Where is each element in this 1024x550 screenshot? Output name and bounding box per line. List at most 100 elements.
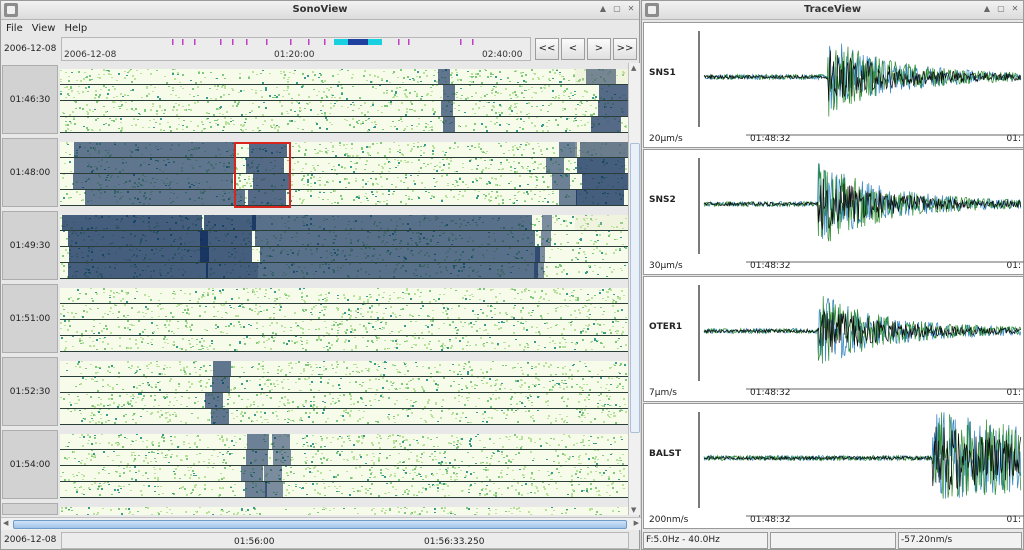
menu-help[interactable]: Help	[64, 23, 87, 34]
seismogram	[698, 31, 1024, 136]
spectrogram-strip	[60, 377, 628, 393]
scroll-down-icon[interactable]: ▼	[631, 506, 636, 514]
row-time-label: 01:54:00	[2, 430, 58, 499]
spectrogram-row[interactable]: 01:48:00	[1, 138, 628, 209]
trace-panel[interactable]: OTER1 7μm/s 01:48:32 01:	[643, 276, 1024, 402]
first-button[interactable]: <<	[535, 38, 559, 60]
trace-start-time: 01:48:32	[750, 261, 791, 271]
spectrogram-row[interactable]: 01:49:30	[1, 211, 628, 282]
spectrogram-strip	[60, 85, 628, 101]
vertical-scrollbar[interactable]: ▲ ▼	[628, 63, 640, 515]
station-label: OTER1	[649, 322, 683, 332]
spectrogram-strip	[60, 247, 628, 263]
spectrogram-strip	[60, 304, 628, 320]
spectrogram-strip	[60, 336, 628, 352]
spectrogram-rows[interactable]: 01:46:30 01:48:00 01:49:30 01:51:00 01:5…	[1, 63, 628, 515]
next-button[interactable]: >	[587, 38, 611, 60]
row-strips[interactable]	[60, 434, 628, 498]
spectrogram-strip	[60, 507, 628, 515]
ruler-date: 2006-12-08	[64, 50, 117, 60]
spectrogram-strip	[60, 117, 628, 133]
row-time-label	[2, 503, 58, 515]
station-label: SNS1	[649, 68, 676, 78]
menu-view[interactable]: View	[32, 23, 56, 34]
spectrogram-strip	[60, 101, 628, 117]
scroll-left-icon[interactable]: ◀	[3, 519, 8, 527]
overview-strip[interactable]	[62, 38, 530, 46]
trace-end-time: 01:	[1006, 261, 1021, 271]
middle-status	[770, 532, 896, 549]
row-time-label: 01:48:00	[2, 138, 58, 207]
trace-panel[interactable]: BALST 200nm/s 01:48:32 01:	[643, 403, 1024, 529]
scroll-up-icon[interactable]: ▲	[631, 64, 636, 72]
row-strips[interactable]	[60, 215, 628, 279]
spectrogram-strip	[60, 361, 628, 377]
spectrogram-row[interactable]: 01:51:00	[1, 284, 628, 355]
row-strips[interactable]	[60, 69, 628, 133]
spectrogram-strip	[60, 231, 628, 247]
trace-start-time: 01:48:32	[750, 388, 791, 398]
previous-button[interactable]: <	[561, 38, 585, 60]
bottom-time-2: 01:56:33.250	[424, 537, 485, 547]
window-title: TraceView	[803, 4, 862, 15]
spectrogram-strip	[60, 158, 628, 174]
spectrogram-strip	[60, 466, 628, 482]
spectrogram-strip	[60, 434, 628, 450]
sonoview-window: SonoView ▲ ▢ ✕ File View Help 2006-12-08…	[0, 0, 641, 550]
spectrogram-strip	[60, 450, 628, 466]
last-button[interactable]: >>	[613, 38, 637, 60]
amplitude-scale: 30μm/s	[649, 261, 683, 271]
horizontal-scroll-thumb[interactable]	[13, 520, 627, 529]
menu-file[interactable]: File	[6, 23, 23, 34]
spectrogram-row[interactable]: 01:52:30	[1, 357, 628, 428]
amplitude-scale: 7μm/s	[649, 388, 677, 398]
time-ruler-row: 2006-12-08 2006-12-08 01:20:00 02:40:00 …	[1, 37, 641, 62]
spectrogram-row[interactable]: 01:46:30	[1, 65, 628, 136]
navigation-buttons: << < > >>	[535, 38, 637, 60]
traceview-titlebar[interactable]: TraceView ▲ ▢ ✕	[642, 1, 1023, 20]
row-strips[interactable]	[60, 288, 628, 352]
bottom-time-row: 2006-12-08 01:56:00 01:56:33.250	[1, 531, 641, 550]
maximize-icon[interactable]: ▲	[598, 4, 608, 14]
ruler-tick-2: 02:40:00	[482, 50, 523, 60]
scroll-right-icon[interactable]: ▶	[634, 519, 639, 527]
window-title: SonoView	[292, 4, 348, 15]
spectrogram-strip	[60, 320, 628, 336]
spectrogram-row[interactable]: 01:54:00	[1, 430, 628, 501]
menu-bar: File View Help	[1, 20, 639, 36]
trace-panel[interactable]: SNS2 30μm/s 01:48:32 01:	[643, 149, 1024, 275]
row-time-label: 01:51:00	[2, 284, 58, 353]
filter-status: F:5.0Hz - 40.0Hz	[643, 532, 768, 549]
restore-icon[interactable]: ▢	[996, 4, 1006, 14]
row-time-label: 01:52:30	[2, 357, 58, 426]
close-icon[interactable]: ✕	[626, 4, 636, 14]
bottom-date: 2006-12-08	[4, 535, 57, 545]
time-ruler[interactable]: 2006-12-08 01:20:00 02:40:00	[61, 37, 531, 61]
restore-icon[interactable]: ▢	[612, 4, 622, 14]
traceview-window: TraceView ▲ ▢ ✕ SNS1 20μm/s 01:48:32 01:…	[641, 0, 1024, 550]
spectrogram-strip	[60, 69, 628, 85]
row-strips[interactable]	[60, 507, 628, 515]
spectrogram-strip	[60, 288, 628, 304]
spectrogram-strip	[60, 263, 628, 279]
close-icon[interactable]: ✕	[1010, 4, 1020, 14]
selection-box[interactable]	[234, 142, 291, 208]
sonoview-titlebar[interactable]: SonoView ▲ ▢ ✕	[1, 1, 639, 20]
trace-panel[interactable]: SNS1 20μm/s 01:48:32 01:	[643, 22, 1024, 148]
maximize-icon[interactable]: ▲	[982, 4, 992, 14]
seismogram	[698, 158, 1024, 263]
spectrogram-row-partial[interactable]	[1, 503, 628, 515]
row-strips[interactable]	[60, 361, 628, 425]
spectrogram-strip	[60, 482, 628, 498]
spectrogram-strip	[60, 215, 628, 231]
overview-markers	[172, 39, 474, 45]
seismogram	[698, 285, 1024, 390]
amplitude-scale: 200nm/s	[649, 515, 689, 525]
vertical-scroll-thumb[interactable]	[630, 143, 640, 433]
trace-end-time: 01:	[1006, 515, 1021, 525]
spectrogram-strip	[60, 174, 628, 190]
row-time-label: 01:49:30	[2, 211, 58, 280]
row-strips[interactable]	[60, 142, 628, 208]
horizontal-scrollbar[interactable]: ◀ ▶	[1, 517, 641, 530]
spectrogram-strip	[60, 393, 628, 409]
